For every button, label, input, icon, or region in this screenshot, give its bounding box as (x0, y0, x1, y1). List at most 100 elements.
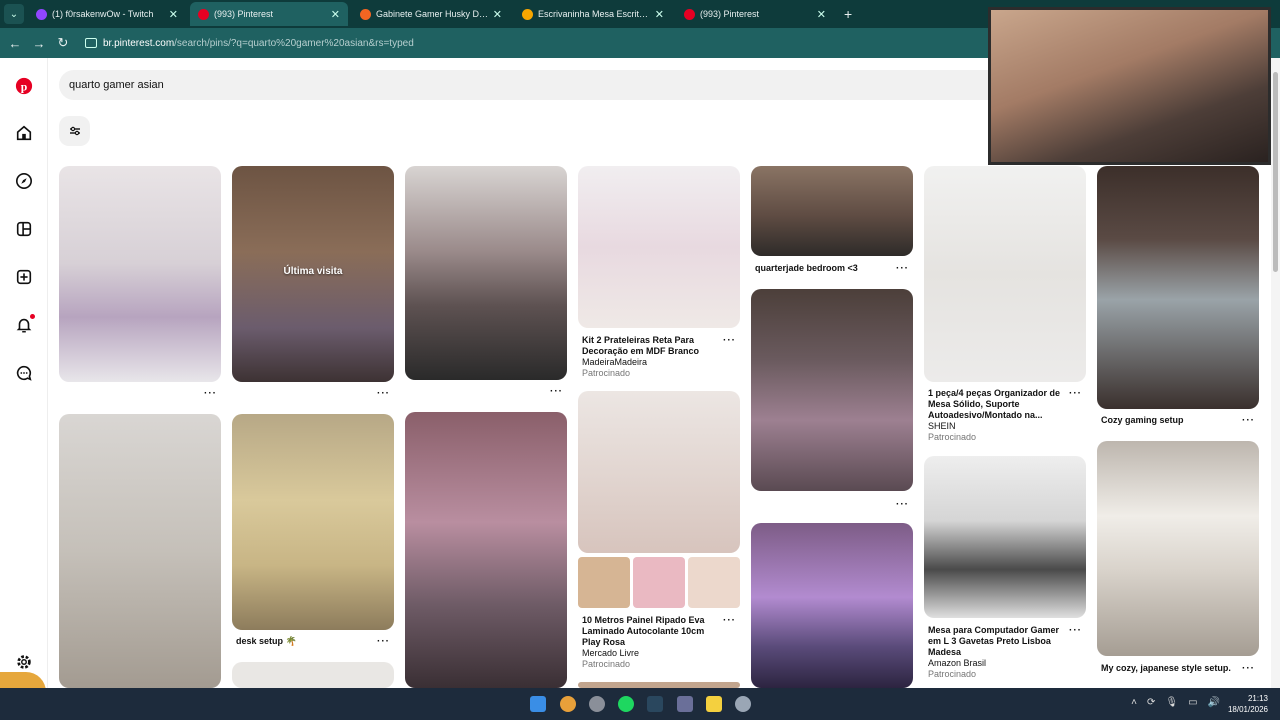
more-options-button[interactable]: ··· (377, 388, 390, 399)
pin-image[interactable] (578, 166, 740, 328)
volume-icon[interactable]: 🔊 (1208, 697, 1220, 708)
pin-thumbnail[interactable] (633, 557, 685, 608)
more-options-button[interactable]: ··· (896, 263, 909, 274)
pin-image[interactable] (405, 412, 567, 688)
pin-image[interactable] (578, 391, 740, 553)
pin-image[interactable]: Última visita (232, 166, 394, 382)
sponsored-label: Patrocinado (582, 368, 631, 378)
pin-caption: quarterjade bedroom <3 (755, 263, 895, 274)
url-host: br.pinterest.com (103, 37, 175, 49)
pin-image[interactable] (751, 523, 913, 688)
pin-thumbnail[interactable] (578, 557, 630, 608)
create-icon[interactable] (14, 267, 34, 287)
pinterest-icon (684, 8, 695, 20)
tab-pinterest-active[interactable]: (993) Pinterest ✕ (190, 2, 348, 26)
more-options-button[interactable]: ··· (1242, 415, 1255, 426)
search-input[interactable]: quarto gamer asian (59, 70, 999, 100)
reload-icon[interactable]: ↻ (51, 35, 75, 51)
boards-icon[interactable] (14, 219, 34, 239)
pin-title: 1 peça/4 peças Organizador de Mesa Sólid… (928, 388, 1061, 420)
close-icon[interactable]: ✕ (655, 8, 664, 21)
more-options-button[interactable]: ··· (1069, 388, 1082, 399)
forward-arrow-icon[interactable]: → (27, 36, 51, 51)
pin-caption: My cozy, japanese style setup. (1101, 663, 1251, 674)
more-options-button[interactable]: ··· (1069, 625, 1082, 636)
sponsored-label: Patrocinado (928, 669, 977, 679)
more-options-button[interactable]: ··· (204, 388, 217, 399)
tab-pinterest[interactable]: (993) Pinterest ✕ (676, 2, 834, 26)
webcam-overlay (988, 7, 1271, 165)
notifications-icon[interactable] (14, 314, 35, 335)
pin-title: Cozy gaming setup (1101, 415, 1184, 425)
network-icon[interactable]: ▭ (1188, 697, 1197, 708)
microphone-icon[interactable]: 🎙 (1165, 697, 1178, 708)
more-options-button[interactable]: ··· (723, 615, 736, 626)
tab-list-button[interactable]: ⌄ (4, 4, 24, 24)
tab-title: (993) Pinterest (700, 9, 760, 19)
more-options-button[interactable]: ··· (896, 499, 909, 510)
pin-image[interactable] (232, 662, 394, 688)
spotify-icon[interactable] (618, 696, 634, 712)
close-icon[interactable]: ✕ (817, 8, 826, 21)
scrollbar-thumb[interactable] (1273, 72, 1278, 272)
site-info-icon[interactable] (85, 38, 97, 48)
tab-twitch[interactable]: (1) f0rsakenwOw - Twitch ✕ (28, 2, 186, 26)
pin-image[interactable] (1097, 441, 1259, 656)
store-icon (360, 8, 371, 20)
system-tray: ˄ ⟳ 🎙 ▭ 🔊 (1131, 697, 1220, 708)
app-icon[interactable] (677, 696, 693, 712)
svg-text:p: p (21, 81, 28, 94)
home-icon[interactable] (14, 123, 34, 143)
clock[interactable]: 21:13 18/01/2026 (1228, 693, 1268, 715)
pin-title: Kit 2 Prateleiras Reta Para Decoração em… (582, 335, 700, 356)
pin-image[interactable] (59, 414, 221, 688)
back-arrow-icon[interactable]: ← (3, 36, 27, 51)
new-tab-button[interactable]: + (844, 6, 852, 22)
filter-icon (69, 126, 80, 136)
pin-image[interactable] (1097, 166, 1259, 409)
pin-seller: Mercado Livre (582, 648, 640, 658)
tab-gabinete[interactable]: Gabinete Gamer Husky Dome I ✕ (352, 2, 510, 26)
pin-thumbnail[interactable] (688, 557, 740, 608)
url-field[interactable]: br.pinterest.com/search/pins/?q=quarto%2… (85, 38, 414, 49)
more-options-button[interactable]: ··· (550, 386, 563, 397)
pin-seller: MadeiraMadeira (582, 357, 648, 367)
pin-image[interactable] (232, 414, 394, 630)
sponsored-label: Patrocinado (582, 659, 631, 669)
more-options-button[interactable]: ··· (723, 335, 736, 346)
more-options-button[interactable]: ··· (1242, 663, 1255, 674)
pinterest-logo-icon[interactable]: p (14, 76, 34, 96)
pin-image[interactable] (924, 166, 1086, 382)
pin-image[interactable] (59, 166, 221, 382)
pin-image[interactable] (751, 166, 913, 256)
scrollbar[interactable] (1271, 58, 1280, 688)
windows-start-icon[interactable] (530, 696, 546, 712)
close-icon[interactable]: ✕ (169, 8, 178, 21)
pin-image[interactable] (924, 456, 1086, 618)
pin-seller: Amazon Brasil (928, 658, 987, 668)
steam-icon[interactable] (647, 696, 663, 712)
close-icon[interactable]: ✕ (493, 8, 502, 21)
close-icon[interactable]: ✕ (331, 8, 340, 21)
sticky-notes-icon[interactable] (706, 696, 722, 712)
pin-caption: Mesa para Computador Gamer em L 3 Gaveta… (928, 625, 1068, 680)
chrome-icon[interactable] (560, 696, 576, 712)
pin-caption: Kit 2 Prateleiras Reta Para Decoração em… (582, 335, 722, 379)
settings-icon[interactable] (735, 696, 751, 712)
pin-seller: SHEIN (928, 421, 956, 431)
taskbar: ˄ ⟳ 🎙 ▭ 🔊 21:13 18/01/2026 (0, 688, 1280, 720)
chevron-up-icon[interactable]: ˄ (1131, 697, 1137, 708)
tab-escrivaninha[interactable]: Escrivaninha Mesa Escritório An ✕ (514, 2, 672, 26)
sync-icon[interactable]: ⟳ (1147, 697, 1155, 708)
pin-image[interactable] (405, 166, 567, 380)
settings-gear-icon[interactable] (14, 652, 34, 672)
pin-image[interactable] (751, 289, 913, 491)
pin-caption: Cozy gaming setup (1101, 415, 1241, 426)
filter-button[interactable] (59, 116, 90, 146)
pin-title: 10 Metros Painel Ripado Eva Laminado Aut… (582, 615, 705, 647)
explore-icon[interactable] (14, 171, 34, 191)
more-options-button[interactable]: ··· (377, 636, 390, 647)
messages-icon[interactable] (14, 363, 34, 383)
tab-title: (993) Pinterest (214, 9, 274, 19)
app-icon[interactable] (589, 696, 605, 712)
